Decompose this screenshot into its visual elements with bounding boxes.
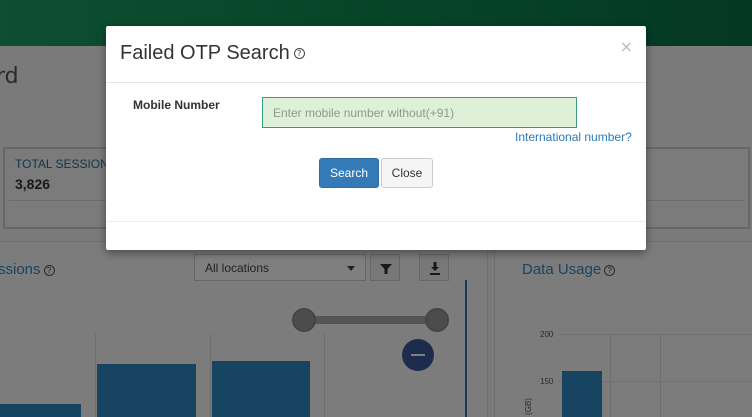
modal-header: Failed OTP Search? × — [106, 26, 646, 83]
search-button[interactable]: Search — [319, 158, 379, 188]
help-icon[interactable]: ? — [293, 48, 305, 60]
international-number-link[interactable]: International number? — [515, 130, 632, 144]
mobile-number-input[interactable] — [262, 97, 577, 128]
modal-title: Failed OTP Search? — [120, 42, 305, 65]
mobile-number-label: Mobile Number — [133, 98, 220, 112]
close-icon[interactable]: × — [620, 39, 633, 55]
close-button[interactable]: Close — [381, 158, 433, 188]
failed-otp-search-dialog: Failed OTP Search? × Mobile Number Inter… — [106, 26, 646, 250]
modal-footer-divider — [106, 221, 646, 222]
